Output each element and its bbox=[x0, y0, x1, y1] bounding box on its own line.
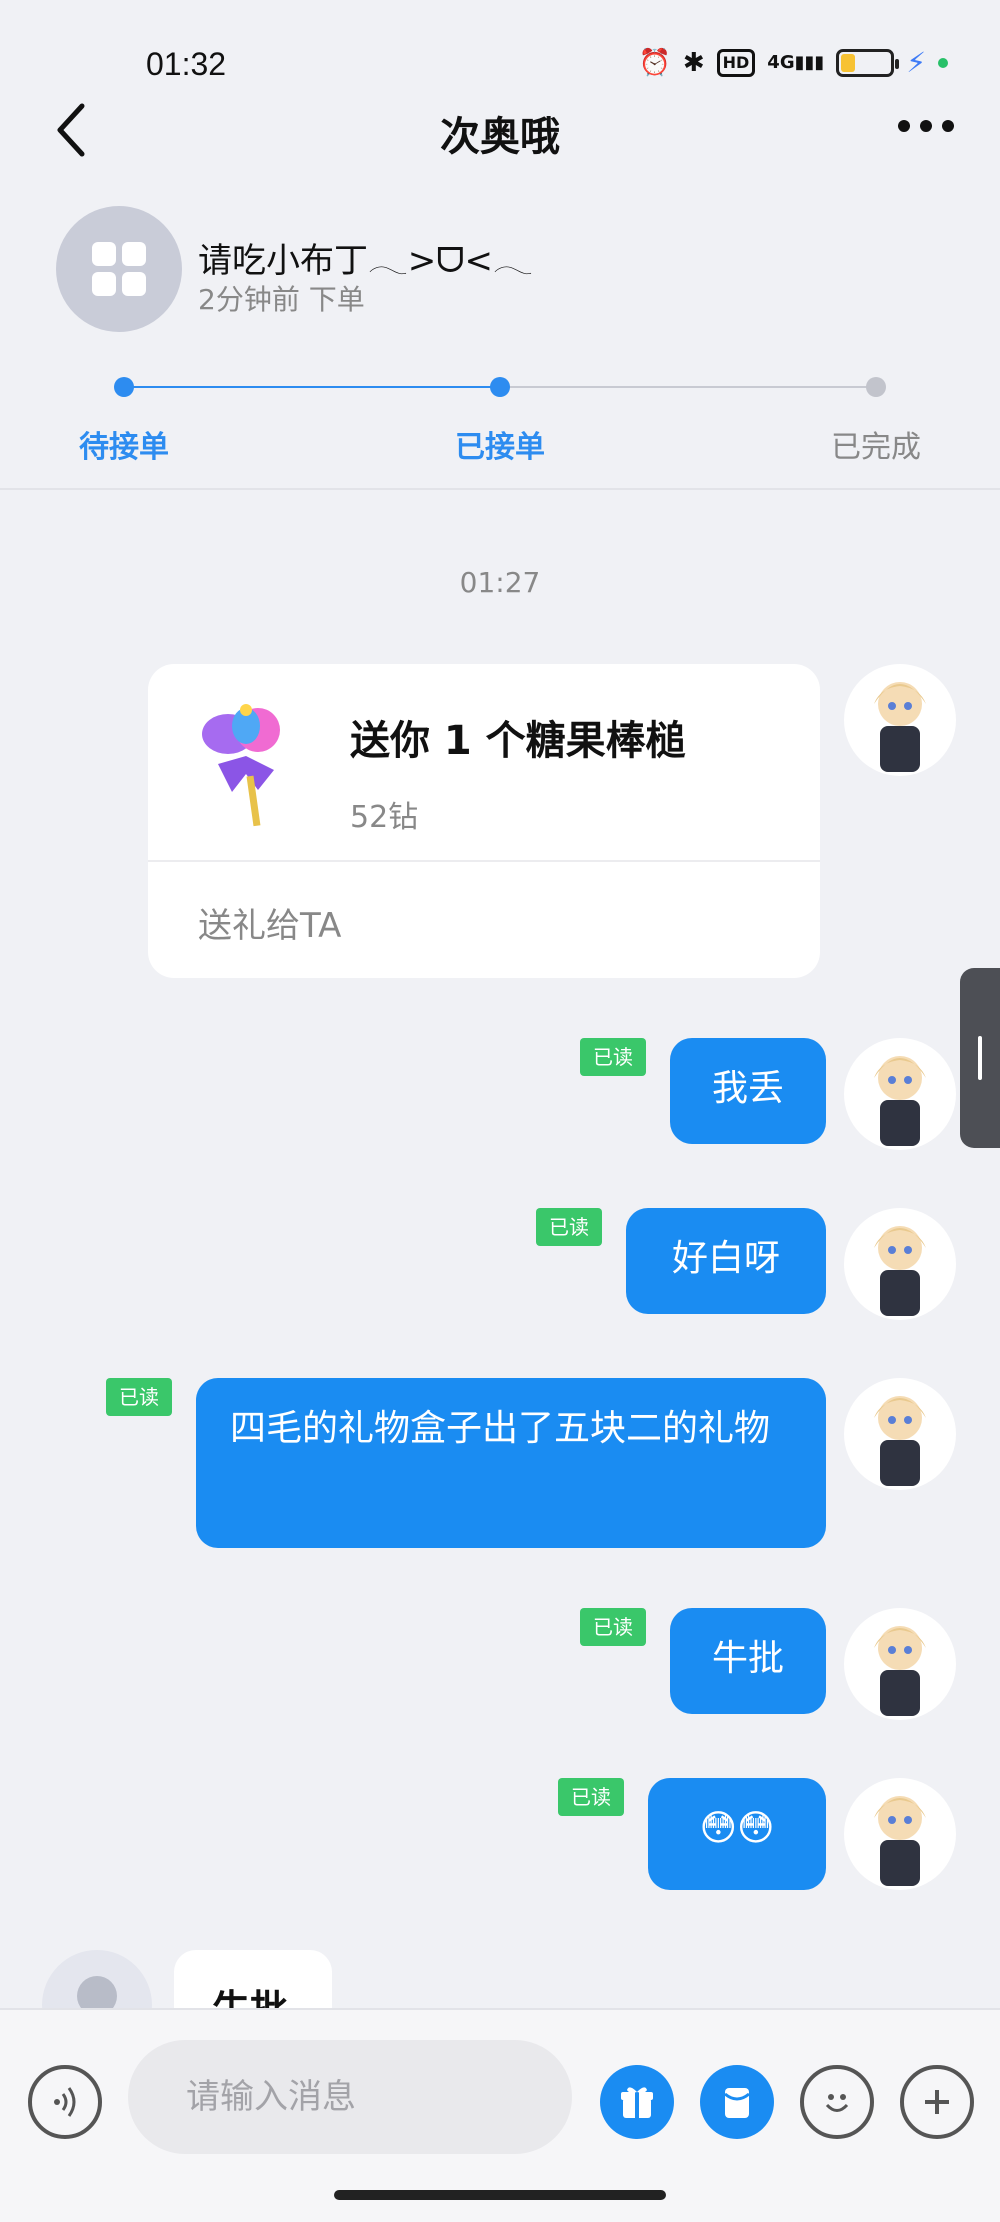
order-user-name: 请吃小布丁𓂃>ᗜ<𓂃 bbox=[198, 241, 533, 281]
progress-fill bbox=[124, 386, 500, 388]
gift-icon[interactable] bbox=[600, 2065, 674, 2139]
alarm-icon: ⏰ bbox=[638, 48, 671, 78]
step-label-completed: 已完成 bbox=[831, 430, 921, 465]
charging-icon: ⚡ bbox=[906, 46, 926, 79]
read-badge: 已读 bbox=[536, 1208, 602, 1246]
read-badge: 已读 bbox=[558, 1778, 624, 1816]
page-title: 次奥哦 bbox=[440, 114, 560, 160]
avatar[interactable] bbox=[844, 664, 956, 776]
4g-signal-icon: 4G▮▮▮ bbox=[767, 52, 825, 73]
send-gift-link[interactable]: 送礼给TA bbox=[198, 898, 341, 947]
step-dot-pending bbox=[114, 377, 134, 397]
candy-wand-icon bbox=[202, 704, 280, 827]
avatar[interactable] bbox=[844, 1778, 956, 1890]
order-avatar[interactable] bbox=[56, 206, 182, 332]
emoji-icon[interactable] bbox=[800, 2065, 874, 2139]
bluetooth-icon: ✱ bbox=[682, 48, 705, 78]
plus-icon[interactable] bbox=[900, 2065, 974, 2139]
avatar[interactable] bbox=[844, 1208, 956, 1320]
privacy-dot bbox=[938, 58, 948, 68]
avatar[interactable] bbox=[844, 1038, 956, 1150]
voice-icon[interactable] bbox=[28, 2065, 102, 2139]
order-time: 2分钟前 下单 bbox=[198, 283, 365, 316]
message-bubble[interactable]: 四毛的礼物盒子出了五块二的礼物 bbox=[196, 1378, 826, 1548]
message-bubble[interactable]: 😳😳 bbox=[648, 1778, 826, 1890]
battery-icon bbox=[836, 49, 900, 77]
read-badge: 已读 bbox=[580, 1608, 646, 1646]
order-header: 请吃小布丁𓂃>ᗜ<𓂃 2分钟前 下单 待接单 已接单 已完成 bbox=[0, 200, 1000, 490]
more-dots-icon[interactable] bbox=[898, 120, 954, 132]
status-icons: ⏰ ✱ HD 4G▮▮▮ ⚡ bbox=[638, 48, 948, 78]
chat-timestamp: 01:27 bbox=[459, 566, 541, 599]
step-dot-completed bbox=[866, 377, 886, 397]
message-bubble[interactable]: 牛批 bbox=[670, 1608, 826, 1714]
gift-card[interactable]: 送你 1 个糖果棒槌 52钻 送礼给TA bbox=[148, 664, 820, 978]
step-label-accepted: 已接单 bbox=[455, 430, 545, 465]
avatar[interactable] bbox=[844, 1378, 956, 1490]
home-indicator[interactable] bbox=[334, 2190, 666, 2200]
divider bbox=[148, 860, 820, 862]
avatar[interactable] bbox=[844, 1608, 956, 1720]
hd-icon: HD bbox=[716, 49, 756, 77]
gift-price: 52钻 bbox=[350, 800, 419, 835]
status-time: 01:32 bbox=[146, 46, 227, 82]
gift-title: 送你 1 个糖果棒槌 bbox=[350, 718, 686, 764]
step-dot-accepted bbox=[490, 377, 510, 397]
step-label-pending: 待接单 bbox=[79, 430, 169, 465]
read-badge: 已读 bbox=[106, 1378, 172, 1416]
red-packet-icon[interactable] bbox=[700, 2065, 774, 2139]
message-bubble[interactable]: 好白呀 bbox=[626, 1208, 826, 1314]
read-badge: 已读 bbox=[580, 1038, 646, 1076]
app-grid-icon bbox=[92, 242, 146, 296]
message-bubble[interactable]: 我丢 bbox=[670, 1038, 826, 1144]
network-label: 4G bbox=[767, 52, 795, 73]
side-drawer-handle[interactable] bbox=[960, 968, 1000, 1148]
nav-bar: 次奥哦 bbox=[0, 90, 1000, 170]
message-input[interactable] bbox=[128, 2040, 572, 2154]
